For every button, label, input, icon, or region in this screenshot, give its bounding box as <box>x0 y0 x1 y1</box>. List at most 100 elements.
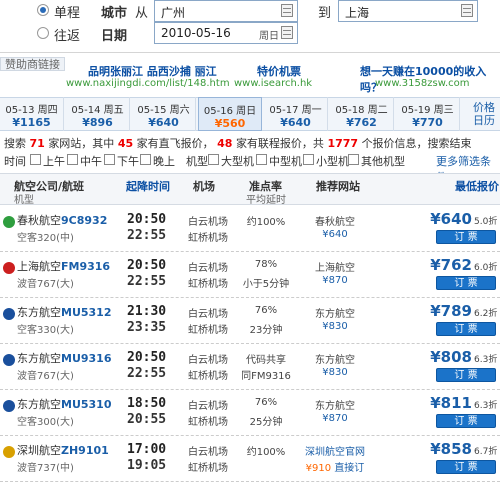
airline-logo-icon <box>3 308 15 320</box>
ontime-rate: 76% <box>254 305 278 316</box>
filter-checkbox[interactable] <box>256 154 267 165</box>
avg-delay: 小于5分钟 <box>242 279 290 290</box>
recommend-site[interactable]: 上海航空 <box>298 259 372 274</box>
plane-type[interactable]: 空客320(中) <box>17 229 74 244</box>
price-calendar-link[interactable]: 价格 日历 <box>470 101 498 127</box>
depart-airport: 白云机场 <box>188 401 228 412</box>
date-tab-selected[interactable]: 05-16 周日 ¥560 <box>198 97 262 131</box>
filter-checkbox[interactable] <box>303 154 314 165</box>
date-tab[interactable]: 05-17 周一 ¥640 <box>264 97 328 131</box>
filter-type-label: 机型 <box>186 155 208 168</box>
discount: 5.0折 <box>474 217 498 227</box>
book-button[interactable]: 订 票 <box>436 322 496 336</box>
airline-logo-icon <box>3 216 15 228</box>
date-tab[interactable]: 05-18 周二 ¥762 <box>330 97 394 131</box>
lowest-price[interactable]: ¥762 <box>418 256 472 274</box>
city-picker-icon[interactable] <box>281 4 293 17</box>
calendar-icon[interactable] <box>281 26 293 39</box>
col-airport: 机场 <box>193 180 215 193</box>
book-button[interactable]: 订 票 <box>436 230 496 244</box>
to-label: 到 <box>318 6 332 21</box>
avg-delay: 25分钟 <box>249 417 283 428</box>
airline-name[interactable]: 东方航空MU5310 <box>17 396 112 412</box>
lowest-price[interactable]: ¥789 <box>418 302 472 320</box>
return-radio[interactable] <box>37 27 49 39</box>
site-price[interactable]: ¥830 <box>298 367 372 378</box>
filter-checkbox[interactable] <box>140 154 151 165</box>
filter-checkbox[interactable] <box>348 154 359 165</box>
arrive-airport: 虹桥机场 <box>188 417 228 428</box>
arrive-time: 22:55 <box>127 274 167 289</box>
discount: 6.7折 <box>474 447 498 457</box>
filter-time-label: 时间 <box>4 155 26 168</box>
depart-time: 20:50 <box>127 258 167 273</box>
ad-url-3[interactable]: www.3158zsw.com <box>375 78 470 89</box>
divider <box>0 52 500 53</box>
recommend-site[interactable]: 东方航空 <box>298 351 372 366</box>
site-price[interactable]: ¥870 <box>298 413 372 424</box>
date-tab[interactable]: 05-19 周三 ¥770 <box>396 97 460 131</box>
oneway-radio[interactable] <box>37 4 49 16</box>
ontime-rate: 约100% <box>246 447 286 458</box>
airline-logo-icon <box>3 262 15 274</box>
filter-checkbox[interactable] <box>30 154 41 165</box>
to-city-input[interactable]: 上海 <box>338 0 478 22</box>
plane-type[interactable]: 空客300(大) <box>17 413 74 428</box>
book-button[interactable]: 订 票 <box>436 460 496 474</box>
airline-name[interactable]: 东方航空MU9316 <box>17 350 112 366</box>
recommend-site[interactable]: 东方航空 <box>298 397 372 412</box>
recommend-site[interactable]: 东方航空 <box>298 305 372 320</box>
date-input[interactable]: 2010-05-16 周日 <box>154 22 298 44</box>
col-depart[interactable]: 起降时间 <box>126 178 170 194</box>
from-label: 从 <box>135 6 149 21</box>
ad-url-2[interactable]: www.isearch.hk <box>234 78 312 89</box>
date-label: 日期 <box>101 29 128 44</box>
depart-time: 17:00 <box>127 442 167 457</box>
filter-option: 上午 <box>43 155 65 168</box>
site-price[interactable]: ¥830 <box>298 321 372 332</box>
ad-title-2[interactable]: 特价机票 <box>257 63 301 79</box>
filter-checkbox[interactable] <box>104 154 115 165</box>
col-site: 推荐网站 <box>316 180 360 193</box>
search-summary: 搜索 71 家网站，其中 45 家有直飞报价， 48 家有联程报价，共 1777… <box>4 137 472 150</box>
filter-checkbox[interactable] <box>208 154 219 165</box>
col-model: 机型 <box>14 195 34 206</box>
airline-name[interactable]: 上海航空FM9316 <box>17 258 110 274</box>
airline-name[interactable]: 春秋航空9C8932 <box>17 212 107 228</box>
ad-title-1[interactable]: 品明张丽江 品西沙捕 丽江 <box>88 63 217 79</box>
lowest-price[interactable]: ¥858 <box>418 440 472 458</box>
site-price[interactable]: ¥870 <box>298 275 372 286</box>
ad-url-1[interactable]: www.naxijingdi.com/list/148.htm <box>66 78 230 89</box>
lowest-price[interactable]: ¥808 <box>418 348 472 366</box>
from-city-input[interactable]: 广州 <box>154 0 298 22</box>
plane-type[interactable]: 波音767(大) <box>17 367 74 382</box>
recommend-site[interactable]: 春秋航空 <box>298 213 372 228</box>
city-picker-icon[interactable] <box>461 4 473 17</box>
date-tab[interactable]: 05-15 周六 ¥640 <box>132 97 196 131</box>
plane-type[interactable]: 空客330(大) <box>17 321 74 336</box>
plane-type[interactable]: 波音767(大) <box>17 275 74 290</box>
site-price[interactable]: ¥640 <box>298 229 372 240</box>
filter-option: 小型机 <box>316 155 349 168</box>
date-tab[interactable]: 05-14 周五 ¥896 <box>66 97 130 131</box>
plane-type[interactable]: 波音737(中) <box>17 459 74 474</box>
arrive-airport: 虹桥机场 <box>188 371 228 382</box>
col-price[interactable]: 最低报价 <box>455 178 499 194</box>
filter-checkbox[interactable] <box>67 154 78 165</box>
ontime-rate: 约100% <box>246 217 286 228</box>
date-tab[interactable]: 05-13 周四 ¥1165 <box>0 97 64 131</box>
book-button[interactable]: 订 票 <box>436 414 496 428</box>
filter-option: 大型机 <box>221 155 254 168</box>
book-button[interactable]: 订 票 <box>436 276 496 290</box>
site-price[interactable]: ¥910 直接订 <box>298 459 372 474</box>
airline-name[interactable]: 深圳航空ZH9101 <box>17 442 109 458</box>
airline-name[interactable]: 东方航空MU5312 <box>17 304 112 320</box>
recommend-site[interactable]: 深圳航空官网 <box>298 443 372 458</box>
arrive-time: 22:55 <box>127 366 167 381</box>
filter-option: 下午 <box>117 155 139 168</box>
lowest-price[interactable]: ¥811 <box>418 394 472 412</box>
book-button[interactable]: 订 票 <box>436 368 496 382</box>
oneway-label: 单程 <box>54 6 81 21</box>
lowest-price[interactable]: ¥640 <box>418 210 472 228</box>
weekday-text: 周日 <box>259 31 279 42</box>
